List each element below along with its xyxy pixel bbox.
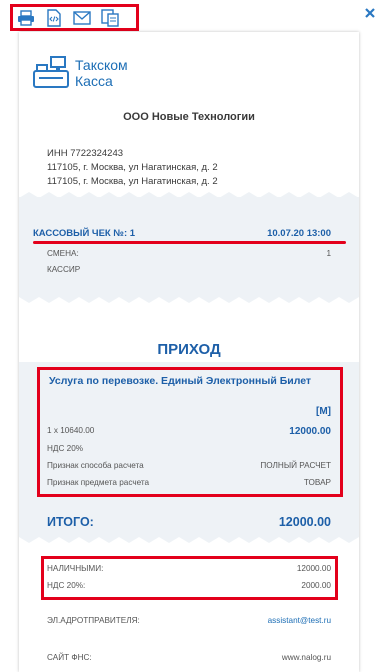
highlight-underline xyxy=(33,241,346,244)
print-icon xyxy=(18,9,34,26)
inn: ИНН 7722324243 xyxy=(47,148,124,159)
sender-email-row: ЭЛ.АДРОТПРАВИТЕЛЯ: assistant@test.ru xyxy=(47,616,331,625)
code-icon xyxy=(47,8,61,27)
fns-site-row: САЙТ ФНС: www.nalog.ru xyxy=(47,653,331,662)
print-button[interactable] xyxy=(17,9,35,27)
check-header-band xyxy=(19,197,359,297)
cash-row: НАЛИЧНЫМИ: 12000.00 xyxy=(47,564,331,573)
zigzag-divider xyxy=(19,537,359,543)
item-qty-row: 1 x 10640.00 12000.00 xyxy=(47,426,331,437)
total-row: ИТОГО: 12000.00 xyxy=(47,515,331,529)
cashier-row: КАССИР xyxy=(47,265,81,274)
copy-icon xyxy=(101,8,119,27)
close-button[interactable] xyxy=(363,6,377,20)
receipt: Такском Касса ООО Новые Технологии ИНН 77… xyxy=(19,32,359,672)
toolbar xyxy=(0,0,387,36)
fns-site-link[interactable]: www.nalog.ru xyxy=(282,653,331,662)
item-mark: [М] xyxy=(316,406,331,417)
close-icon xyxy=(365,8,375,18)
operation-type: ПРИХОД xyxy=(157,341,221,358)
email-button[interactable] xyxy=(73,9,91,27)
item-name: Услуга по перевозке. Единый Электронный … xyxy=(49,375,312,387)
check-title: КАССОВЫЙ ЧЕК №: 1 xyxy=(33,228,136,239)
payment-method-row: Признак способа расчета ПОЛНЫЙ РАСЧЕТ xyxy=(47,461,331,470)
sender-email-link[interactable]: assistant@test.ru xyxy=(268,616,331,625)
toolbar-actions-group xyxy=(10,4,139,31)
address-line: 117105, г. Москва, ул Нагатинская, д. 2 xyxy=(47,176,218,187)
check-datetime: 10.07.20 13:00 xyxy=(267,228,331,239)
address-line: 117105, г. Москва, ул Нагатинская, д. 2 xyxy=(47,162,218,173)
payment-subject-row: Признак предмета расчета ТОВАР xyxy=(47,478,331,487)
zigzag-divider xyxy=(19,192,359,198)
check-title-row: КАССОВЫЙ ЧЕК №: 1 10.07.20 13:00 xyxy=(33,228,331,239)
taxcom-kassa-logo: Такском Касса xyxy=(33,54,163,94)
logo-wordmark: Такском Касса xyxy=(75,57,128,89)
item-vat-row: НДС 20% xyxy=(47,444,84,453)
zigzag-divider xyxy=(19,297,359,303)
copy-button[interactable] xyxy=(101,8,119,27)
payments-highlight-box xyxy=(41,556,338,600)
cash-register-icon xyxy=(33,56,69,88)
vat-total-row: НДС 20%: 2000.00 xyxy=(47,581,331,590)
xml-code-button[interactable] xyxy=(45,8,63,27)
shift-row: СМЕНА: 1 xyxy=(47,249,331,258)
mail-icon xyxy=(73,10,91,25)
organization-name: ООО Новые Технологии xyxy=(123,111,255,123)
